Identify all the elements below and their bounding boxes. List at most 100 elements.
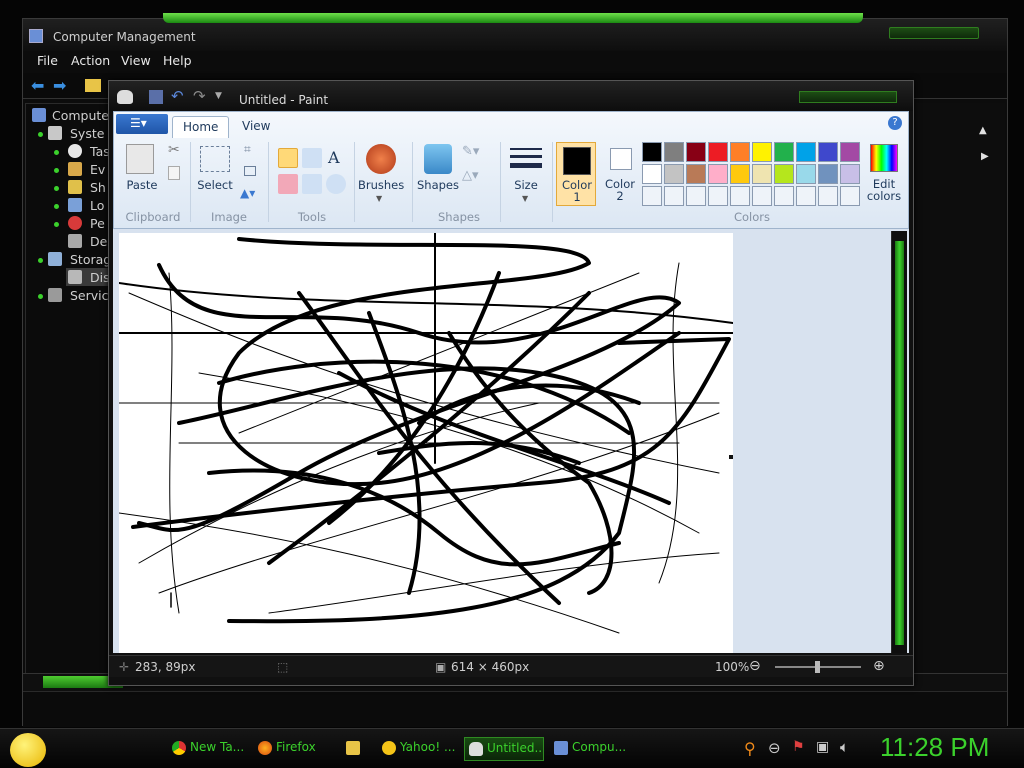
select-button[interactable]: Select [194, 178, 236, 192]
tree-expander[interactable] [38, 294, 43, 299]
undo-icon[interactable]: ↶ [171, 87, 184, 105]
tab-home[interactable]: Home [172, 116, 230, 138]
palette-swatch[interactable] [730, 142, 750, 162]
shapes-button[interactable]: Shapes [416, 178, 460, 192]
tree-expander[interactable] [54, 186, 59, 191]
save-icon[interactable] [149, 90, 163, 104]
crop-icon[interactable]: ⌗ [244, 142, 251, 157]
menu-file[interactable]: File [37, 53, 58, 68]
palette-swatch[interactable] [708, 164, 728, 184]
tree-task-scheduler[interactable]: Tas [90, 144, 110, 159]
pencil-tool-icon[interactable] [278, 148, 298, 168]
outline-icon[interactable]: ✎▾ [462, 144, 479, 159]
canvas-resize-handle[interactable] [729, 455, 733, 459]
back-arrow-icon[interactable]: ⬅ [31, 76, 44, 95]
paint-menu-button[interactable]: ☰▾ [116, 114, 168, 134]
menu-action[interactable]: Action [71, 53, 110, 68]
palette-swatch[interactable] [686, 142, 706, 162]
minus-circle-icon[interactable]: ⊖ [768, 739, 781, 757]
action-center-flag-icon[interactable]: ⚑ [792, 739, 805, 755]
palette-swatch[interactable] [796, 164, 816, 184]
custom-color-slot[interactable] [818, 186, 838, 206]
palette-swatch[interactable] [730, 164, 750, 184]
cm-titlebar[interactable]: Computer Management [23, 13, 1007, 51]
tree-shared-folders[interactable]: Sh [90, 180, 106, 195]
size-button[interactable]: Size [506, 178, 546, 192]
tree-expander[interactable] [38, 258, 43, 263]
tree-services[interactable]: Servic [70, 288, 109, 303]
zoom-slider[interactable] [775, 661, 861, 673]
collapse-arrow-icon[interactable]: ▲ [979, 125, 987, 136]
fill-tool-icon[interactable] [302, 148, 322, 168]
custom-color-slot[interactable] [708, 186, 728, 206]
tree-event-viewer[interactable]: Ev [90, 162, 105, 177]
menu-help[interactable]: Help [163, 53, 192, 68]
palette-swatch[interactable] [708, 142, 728, 162]
tree-expander[interactable] [54, 222, 59, 227]
palette-swatch[interactable] [774, 142, 794, 162]
expand-arrow-icon[interactable]: ▶ [981, 151, 989, 162]
vertical-scrollbar[interactable] [891, 231, 907, 653]
custom-color-slot[interactable] [752, 186, 772, 206]
fill-icon[interactable]: △▾ [462, 168, 479, 183]
tree-expander[interactable] [38, 132, 43, 137]
custom-color-slot[interactable] [730, 186, 750, 206]
color1-button[interactable]: Color 1 [556, 142, 596, 206]
custom-color-slot[interactable] [642, 186, 662, 206]
tree-performance[interactable]: Pe [90, 216, 105, 231]
tree-local-users[interactable]: Lo [90, 198, 104, 213]
palette-swatch[interactable] [664, 142, 684, 162]
palette-swatch[interactable] [686, 164, 706, 184]
forward-arrow-icon[interactable]: ➡ [53, 76, 66, 95]
tab-view[interactable]: View [232, 116, 280, 138]
eraser-tool-icon[interactable] [278, 174, 298, 194]
magnifier-icon[interactable] [326, 174, 346, 194]
palette-swatch[interactable] [796, 142, 816, 162]
tree-disk-management[interactable]: Dis [90, 270, 110, 285]
tree-storage[interactable]: Storag [70, 252, 111, 267]
scrollbar-thumb[interactable] [895, 241, 904, 645]
taskbar-clock[interactable]: 11:28 PM [880, 732, 989, 763]
taskbar-item-folder[interactable] [342, 737, 370, 761]
text-tool-icon[interactable]: A [328, 148, 340, 167]
palette-swatch[interactable] [752, 164, 772, 184]
quick-access-dropdown-icon[interactable]: ▼ [215, 91, 222, 101]
brushes-button[interactable]: Brushes [358, 178, 404, 192]
edit-colors-button[interactable]: Edit colors [862, 178, 906, 202]
custom-color-slot[interactable] [686, 186, 706, 206]
tree-expander[interactable] [54, 168, 59, 173]
paint-titlebar[interactable]: ↶ ↷ ▼ Untitled - Paint [109, 81, 913, 111]
palette-swatch[interactable] [840, 142, 860, 162]
zoom-out-icon[interactable]: ⊖ [749, 658, 761, 674]
palette-swatch[interactable] [774, 164, 794, 184]
paste-button[interactable]: Paste [122, 178, 162, 192]
taskbar-item-firefox[interactable]: Firefox [254, 737, 332, 761]
taskbar-item-paint[interactable]: Untitled... [464, 737, 544, 761]
palette-swatch[interactable] [664, 164, 684, 184]
taskbar-item-yahoo[interactable]: Yahoo! ... [378, 737, 456, 761]
paint-app-icon[interactable] [117, 90, 133, 104]
custom-color-slot[interactable] [796, 186, 816, 206]
tree-expander[interactable] [54, 204, 59, 209]
size-dropdown-icon[interactable]: ▼ [522, 194, 528, 203]
palette-swatch[interactable] [818, 164, 838, 184]
resize-icon[interactable] [244, 166, 256, 176]
redo-icon[interactable]: ↷ [193, 87, 206, 105]
palette-swatch[interactable] [642, 164, 662, 184]
palette-swatch[interactable] [752, 142, 772, 162]
palette-swatch[interactable] [642, 142, 662, 162]
menu-view[interactable]: View [121, 53, 151, 68]
custom-color-slot[interactable] [664, 186, 684, 206]
color2-button[interactable]: Color 2 [600, 142, 640, 206]
tree-device-manager[interactable]: De [90, 234, 107, 249]
custom-color-slot[interactable] [840, 186, 860, 206]
rotate-icon[interactable]: ▲▾ [240, 186, 255, 200]
tree-computer[interactable]: Compute [52, 108, 109, 123]
custom-color-slot[interactable] [774, 186, 794, 206]
volume-icon[interactable]: 🔈︎ [840, 738, 849, 756]
drawing-canvas[interactable] [118, 232, 734, 653]
folder-up-icon[interactable] [85, 79, 101, 92]
tree-expander[interactable] [54, 150, 59, 155]
taskbar-item-computer-management[interactable]: Compu... [550, 737, 630, 761]
help-icon[interactable]: ? [888, 116, 902, 130]
